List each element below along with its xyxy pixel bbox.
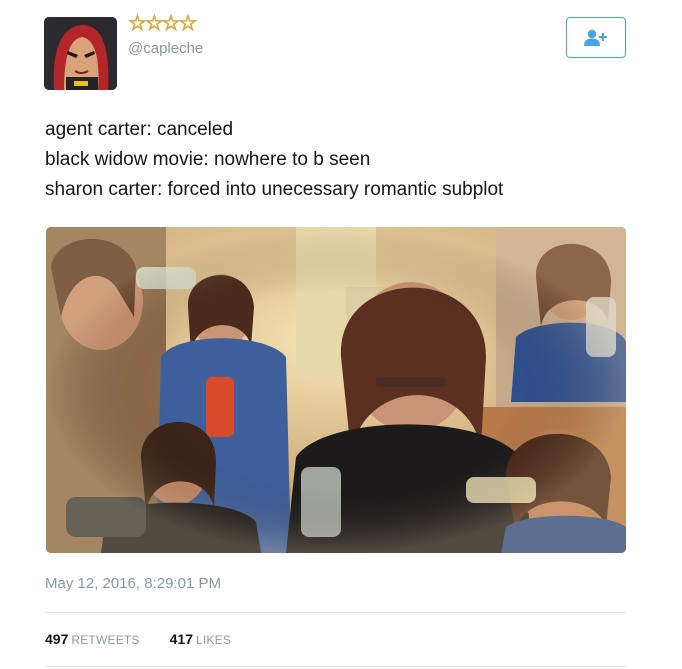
follow-button[interactable]: [566, 17, 626, 58]
avatar-illustration: [44, 17, 117, 90]
retweets-stat[interactable]: 497 RETWEETS: [45, 631, 140, 647]
likes-stat[interactable]: 417 LIKES: [170, 631, 231, 647]
tweet-media[interactable]: [46, 227, 626, 553]
tweet-line: agent carter: canceled: [45, 119, 234, 140]
rating-stars: ☆☆☆☆: [127, 12, 197, 36]
tweet-line: black widow movie: nowhere to b seen: [45, 149, 371, 170]
user-handle[interactable]: @capleche: [128, 40, 203, 57]
retweets-label: RETWEETS: [71, 633, 140, 647]
tweet-stats: 497 RETWEETS 417 LIKES: [45, 631, 231, 647]
tweet-text: agent carter: canceled black widow movie…: [45, 115, 503, 205]
avatar[interactable]: [44, 17, 117, 90]
tweet-line: sharon carter: forced into unecessary ro…: [45, 179, 504, 200]
photo-collage: [46, 227, 626, 553]
likes-count: 417: [169, 631, 193, 647]
divider: [45, 612, 626, 613]
tweet-timestamp[interactable]: May 12, 2016, 8:29:01 PM: [45, 575, 221, 592]
likes-label: LIKES: [196, 633, 232, 647]
retweets-count: 497: [45, 631, 69, 647]
divider: [45, 666, 626, 667]
add-user-icon: [584, 29, 607, 46]
